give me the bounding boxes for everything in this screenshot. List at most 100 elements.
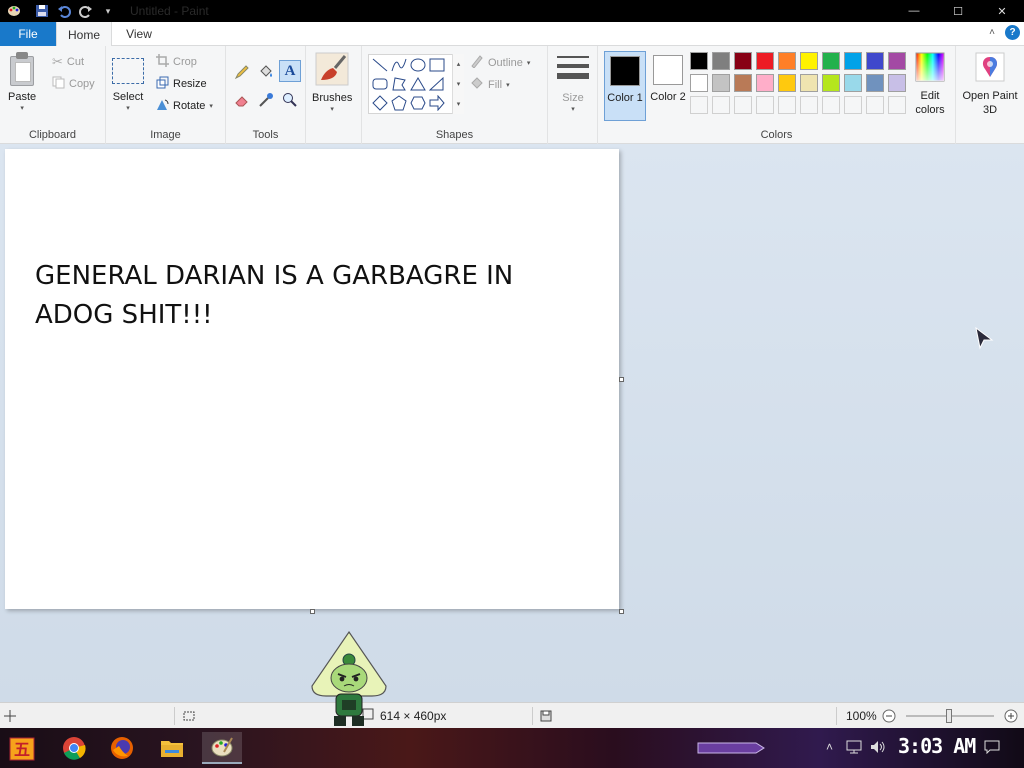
zoom-out-button[interactable] [882,703,896,729]
redo-icon[interactable] [78,3,94,19]
magnifier-icon[interactable] [280,90,300,110]
size-button[interactable]: Size ▾ [556,52,590,113]
palette-color-swatch[interactable] [756,52,774,70]
help-icon[interactable]: ? [1005,25,1020,40]
triangle-shape-icon[interactable] [409,75,427,93]
fill-button[interactable]: Fill ▾ [470,76,510,93]
ribbon-tabs: File Home View ˄ ? [0,22,1024,47]
palette-color-swatch[interactable] [800,52,818,70]
rounded-rectangle-shape-icon[interactable] [371,75,389,93]
diamond-shape-icon[interactable] [371,94,389,112]
palette-color-swatch[interactable] [734,52,752,70]
select-button[interactable]: Select ▾ [112,52,144,112]
palette-custom-slot[interactable] [756,96,774,114]
color-picker-icon[interactable] [256,90,276,110]
volume-icon[interactable] [870,740,886,757]
eraser-icon[interactable] [232,90,252,110]
pencil-icon[interactable] [232,62,252,82]
palette-custom-slot[interactable] [866,96,884,114]
palette-custom-slot[interactable] [690,96,708,114]
palette-custom-slot[interactable] [888,96,906,114]
open-paint3d-button[interactable]: Open Paint 3D [960,52,1020,117]
palette-custom-slot[interactable] [778,96,796,114]
resize-button[interactable]: Resize [156,76,207,92]
network-icon[interactable] [846,740,862,757]
color2-selector[interactable]: Color 2 [647,51,689,121]
palette-custom-slot[interactable] [844,96,862,114]
canvas-text[interactable]: GENERAL DARIAN IS A GARBAGRE IN ADOG SHI… [35,257,555,335]
show-hidden-icons[interactable]: ˄ [826,740,833,754]
start-icon[interactable]: 五 [6,732,38,764]
palette-color-swatch[interactable] [888,52,906,70]
cut-button[interactable]: ✂ Cut [52,54,84,70]
image-group: Select ▾ Crop Resize Rotate ▾ Image [106,46,226,144]
chrome-icon[interactable] [58,732,90,764]
edit-colors-button[interactable]: Edit colors [910,52,950,117]
palette-color-swatch[interactable] [800,74,818,92]
zoom-slider-thumb[interactable] [946,708,952,723]
palette-color-swatch[interactable] [778,52,796,70]
shapes-group-label: Shapes [435,129,474,141]
palette-custom-slot[interactable] [712,96,730,114]
palette-custom-slot[interactable] [800,96,818,114]
palette-color-swatch[interactable] [690,52,708,70]
resize-handle-corner[interactable] [619,609,624,614]
palette-color-swatch[interactable] [690,74,708,92]
drawing-canvas[interactable]: GENERAL DARIAN IS A GARBAGRE IN ADOG SHI… [5,149,619,609]
tools-group: A Tools [226,46,306,144]
fill-bucket-icon[interactable] [256,62,276,82]
quick-access-dropdown-icon[interactable]: ▾ [100,3,116,19]
minimize-button[interactable]: — [892,0,936,22]
maximize-button[interactable]: ☐ [936,0,980,22]
zoom-slider[interactable] [906,703,996,729]
undo-icon[interactable] [56,3,72,19]
line-shape-icon[interactable] [371,56,389,74]
palette-color-swatch[interactable] [844,74,862,92]
taskbar-clock[interactable]: 3:03 AM [898,734,976,758]
palette-color-swatch[interactable] [866,74,884,92]
resize-handle-bottom[interactable] [310,609,315,614]
palette-color-swatch[interactable] [756,74,774,92]
rotate-button[interactable]: Rotate ▾ [156,98,213,114]
color1-selector[interactable]: Color 1 [604,51,646,121]
palette-color-swatch[interactable] [866,52,884,70]
oval-shape-icon[interactable] [409,56,427,74]
brushes-button[interactable]: Brushes ▾ [312,52,352,113]
close-button[interactable]: ✕ [980,0,1024,22]
tab-view[interactable]: View [112,22,166,46]
pentagon-shape-icon[interactable] [390,94,408,112]
tab-file[interactable]: File [0,22,56,46]
right-arrow-shape-icon[interactable] [428,94,446,112]
palette-color-swatch[interactable] [778,74,796,92]
copy-button[interactable]: Copy [52,76,95,92]
notification-icon[interactable] [984,740,1000,757]
file-explorer-icon[interactable] [156,732,188,764]
palette-custom-slot[interactable] [822,96,840,114]
rectangle-shape-icon[interactable] [428,56,446,74]
paint-icon[interactable] [202,732,242,764]
firefox-icon[interactable] [106,732,138,764]
palette-color-swatch[interactable] [822,52,840,70]
palette-color-swatch[interactable] [734,74,752,92]
crop-button[interactable]: Crop [156,54,197,70]
palette-color-swatch[interactable] [844,52,862,70]
text-icon[interactable]: A [279,60,301,82]
paint-app-icon[interactable] [6,3,22,19]
polygon-shape-icon[interactable] [390,75,408,93]
ribbon-collapse-icon[interactable]: ˄ [989,27,995,38]
palette-color-swatch[interactable] [712,52,730,70]
shapes-scroll[interactable]: ▴ ▾ ▾ [452,54,464,114]
zoom-in-button[interactable] [1004,703,1018,729]
curve-shape-icon[interactable] [390,56,408,74]
palette-color-swatch[interactable] [712,74,730,92]
palette-color-swatch[interactable] [822,74,840,92]
tab-home[interactable]: Home [56,22,112,47]
palette-color-swatch[interactable] [888,74,906,92]
palette-custom-slot[interactable] [734,96,752,114]
right-triangle-shape-icon[interactable] [428,75,446,93]
save-icon[interactable] [34,3,50,19]
resize-handle-right[interactable] [619,377,624,382]
paste-button[interactable]: Paste ▾ [8,52,36,112]
hexagon-shape-icon[interactable] [409,94,427,112]
outline-button[interactable]: Outline ▾ [470,54,530,71]
